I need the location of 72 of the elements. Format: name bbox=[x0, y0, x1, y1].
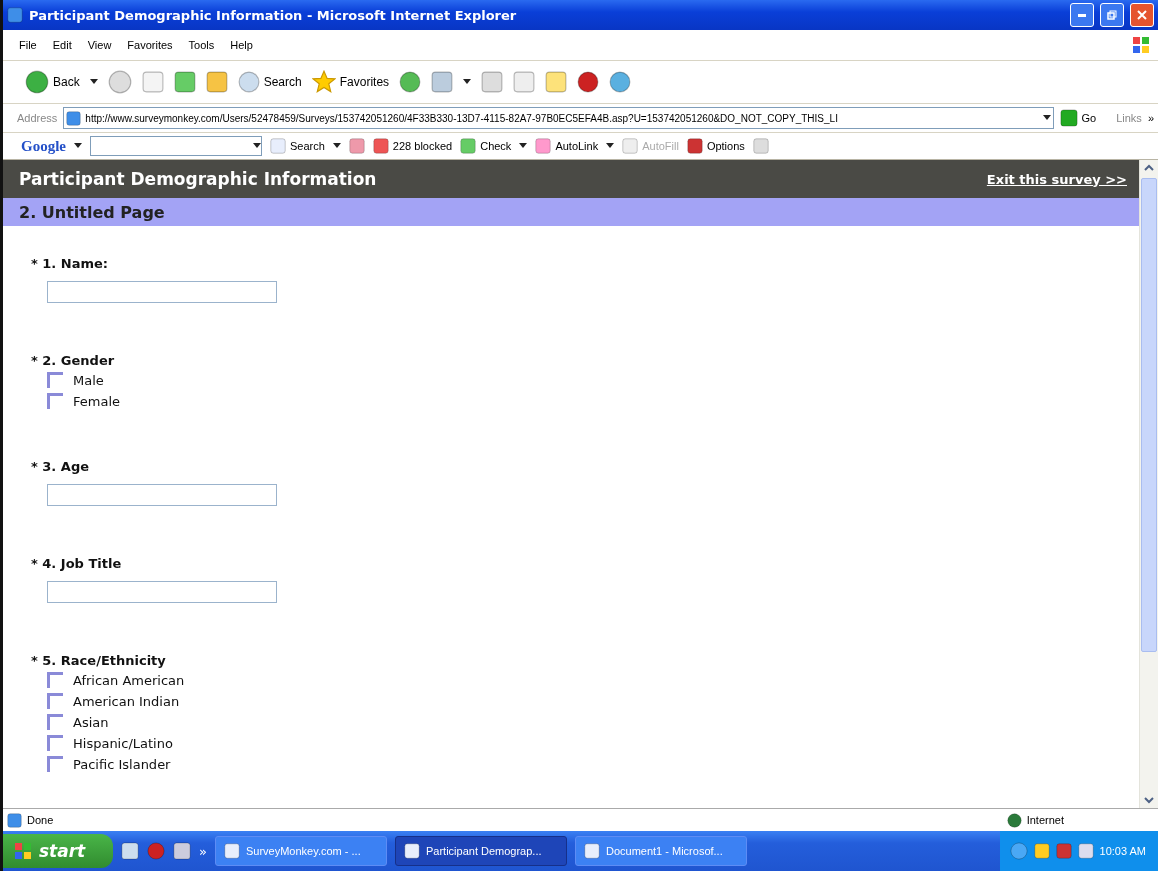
caret-icon[interactable] bbox=[332, 143, 341, 149]
minimize-button[interactable] bbox=[1070, 3, 1094, 27]
menu-item[interactable]: Favorites bbox=[119, 39, 181, 51]
survey-title: Participant Demographic Information bbox=[19, 169, 377, 189]
caret-icon[interactable] bbox=[74, 143, 82, 149]
checkbox[interactable] bbox=[47, 393, 63, 409]
menu-item[interactable]: File bbox=[11, 39, 45, 51]
option-label: Hispanic/Latino bbox=[73, 735, 173, 751]
go-button[interactable]: Go bbox=[1059, 109, 1097, 127]
windows-logo-icon bbox=[1132, 36, 1150, 54]
question-label: * 2. Gender bbox=[31, 353, 116, 368]
menu-item[interactable]: Tools bbox=[180, 39, 223, 51]
checkbox[interactable] bbox=[47, 372, 63, 388]
option-label: African American bbox=[73, 672, 185, 688]
autolink-button[interactable]: AutoLink bbox=[535, 138, 599, 154]
spell-check-button[interactable]: Check bbox=[460, 138, 512, 154]
question-label: * 4. Job Title bbox=[31, 556, 123, 571]
question-label: * 3. Age bbox=[31, 459, 91, 474]
close-icon bbox=[1137, 10, 1147, 20]
star-icon bbox=[311, 70, 336, 94]
chevron-button[interactable]: » bbox=[1147, 112, 1154, 124]
taskbar-button[interactable]: SurveyMonkey.com - ... bbox=[214, 836, 387, 866]
caret-icon[interactable] bbox=[519, 143, 528, 149]
checkbox[interactable] bbox=[47, 693, 63, 709]
checkbox[interactable] bbox=[47, 735, 63, 751]
favorites-button[interactable]: Favorites bbox=[311, 70, 390, 94]
zone-text: Internet bbox=[1026, 814, 1064, 826]
minimize-icon bbox=[1078, 13, 1086, 17]
close-button[interactable] bbox=[1130, 3, 1154, 27]
links-button[interactable]: Links bbox=[1116, 112, 1142, 124]
options-button[interactable]: Options bbox=[686, 138, 745, 154]
caret-icon[interactable] bbox=[89, 79, 98, 85]
checkbox[interactable] bbox=[47, 756, 63, 772]
clock: 10:03 AM bbox=[1099, 845, 1146, 857]
menu-item[interactable]: View bbox=[79, 39, 120, 51]
restore-button[interactable] bbox=[1100, 3, 1124, 27]
chevron-button[interactable]: » bbox=[199, 843, 207, 859]
option-label: Asian bbox=[73, 714, 109, 730]
popup-blocker-button[interactable]: 228 blocked bbox=[372, 138, 453, 154]
google-search-button[interactable]: Search bbox=[270, 138, 325, 154]
question-label: * 1. Name: bbox=[31, 256, 110, 271]
option-label: American Indian bbox=[73, 693, 180, 709]
windows-logo-icon bbox=[13, 842, 33, 860]
option-label: Female bbox=[73, 393, 120, 409]
caret-icon[interactable] bbox=[253, 143, 261, 149]
answer-field[interactable] bbox=[47, 484, 277, 506]
question-label: * 5. Race/Ethnicity bbox=[31, 653, 167, 668]
checkbox[interactable] bbox=[47, 714, 63, 730]
answer-field[interactable] bbox=[47, 281, 277, 303]
checkbox[interactable] bbox=[47, 672, 63, 688]
option-label: Male bbox=[73, 372, 104, 388]
menu-item[interactable]: Edit bbox=[44, 39, 80, 51]
answer-field[interactable] bbox=[47, 581, 277, 603]
caret-icon[interactable] bbox=[606, 143, 615, 149]
taskbar-button[interactable]: Document1 - Microsof... bbox=[574, 836, 747, 866]
option-label: Pacific Islander bbox=[73, 756, 171, 772]
address-field[interactable]: http://www.surveymonkey.com/Users/52478459/Surveys/153742051260/4F33B330-13D7-4115-82A7-97B0EC5EFA4B.asp?U=153742051260&DO_NOT_COPY_THIS_LI bbox=[63, 107, 1054, 129]
scrollbar[interactable] bbox=[1139, 160, 1158, 808]
search-button[interactable]: Search bbox=[237, 71, 302, 93]
restore-icon bbox=[1107, 10, 1117, 20]
menu-item[interactable]: Help bbox=[222, 39, 261, 51]
page-title: 2. Untitled Page bbox=[19, 202, 165, 222]
caret-icon[interactable] bbox=[1042, 115, 1051, 121]
caret-icon[interactable] bbox=[463, 79, 472, 85]
exit-survey-link[interactable]: Exit this survey >> bbox=[986, 171, 1127, 187]
back-button[interactable]: Back bbox=[25, 70, 80, 94]
address-label: Address bbox=[17, 112, 58, 124]
google-search-field[interactable] bbox=[90, 136, 262, 156]
window-title: Participant Demographic Information - Microsoft Internet Explorer bbox=[29, 7, 518, 23]
google-logo[interactable]: Google bbox=[21, 137, 66, 155]
status-text: Done bbox=[27, 814, 54, 826]
taskbar-button[interactable]: Participant Demograp... bbox=[394, 836, 567, 866]
